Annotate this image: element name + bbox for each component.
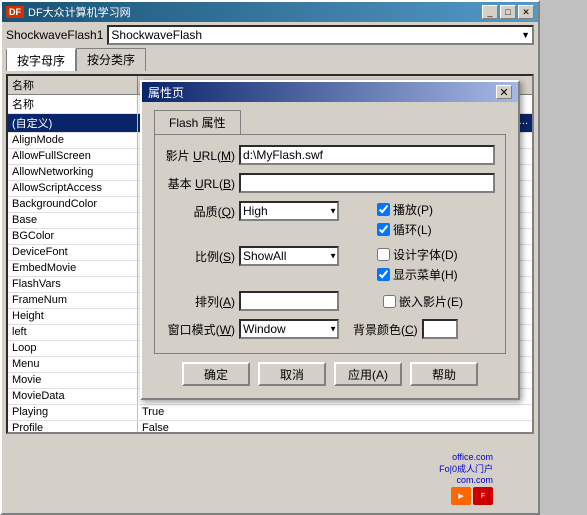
window-mode-select-wrapper: Window Transparent Opaque xyxy=(239,319,339,339)
maximize-button[interactable]: □ xyxy=(500,5,516,19)
window-mode-row: 窗口模式(W) Window Transparent Opaque 背景颜色(C… xyxy=(165,319,495,339)
table-row[interactable]: ProfileFalse xyxy=(8,421,532,434)
quality-select-wrapper: High Low Medium xyxy=(239,201,339,221)
design-font-checkbox[interactable] xyxy=(377,248,390,261)
tab-categorical[interactable]: 按分类序 xyxy=(76,48,146,71)
scale-select-wrapper: ShowAll NoBorder ExactFit xyxy=(239,246,339,266)
properties-dialog: 属性页 ✕ Flash 属性 影片 URL(M) 基本 URL(B) 品质(Q) xyxy=(140,80,520,400)
cancel-button[interactable]: 取消 xyxy=(258,362,326,386)
bg-color-label: 背景颜色(C) xyxy=(353,321,418,338)
design-font-checkbox-row: 设计字体(D) xyxy=(377,246,458,263)
base-url-label: 基本 URL(B) xyxy=(165,175,235,192)
quality-label: 品质(Q) xyxy=(165,203,235,220)
design-font-label: 设计字体(D) xyxy=(393,246,458,263)
close-button[interactable]: ✕ xyxy=(518,5,534,19)
bg-color-group: 背景颜色(C) xyxy=(353,319,458,339)
dialog-footer: 确定 取消 应用(A) 帮助 xyxy=(154,354,506,390)
icon-orange: ▶ xyxy=(451,487,471,505)
logo-area-left: DF DF大众计算机学习网 xyxy=(6,4,131,20)
logo-icon: DF xyxy=(6,6,24,18)
logo-bar: DF DF大众计算机学习网 _ □ ✕ xyxy=(2,2,538,22)
dialog-tab-flash[interactable]: Flash 属性 xyxy=(154,110,241,134)
checkbox-group-2: 设计字体(D) 显示菜单(H) xyxy=(377,246,458,283)
dialog-body: Flash 属性 影片 URL(M) 基本 URL(B) 品质(Q) xyxy=(142,102,518,398)
quality-left: 品质(Q) High Low Medium xyxy=(165,201,365,221)
loop-label: 循环(L) xyxy=(393,221,432,238)
bg-color-picker[interactable] xyxy=(422,319,458,339)
main-combo[interactable]: ShockwaveFlash ▼ xyxy=(107,25,534,45)
logo-text: DF大众计算机学习网 xyxy=(28,4,131,20)
quality-select[interactable]: High Low Medium xyxy=(239,201,339,221)
dialog-close-button[interactable]: ✕ xyxy=(496,85,512,99)
table-row[interactable]: PlayingTrue xyxy=(8,405,532,421)
dialog-title-text: 属性页 xyxy=(148,84,184,101)
combo-row: ShockwaveFlash1 ShockwaveFlash ▼ xyxy=(6,25,534,45)
embed-movie-label: 嵌入影片(E) xyxy=(399,293,463,310)
embed-movie-row: 嵌入影片(E) xyxy=(383,293,463,310)
logo-bar-controls: _ □ ✕ xyxy=(482,5,534,19)
scale-select[interactable]: ShowAll NoBorder ExactFit xyxy=(239,246,339,266)
icon-red: F xyxy=(473,487,493,505)
watermark-area: office.comFo|0成人门户com.com ▶ F xyxy=(439,452,493,505)
movie-url-row: 影片 URL(M) xyxy=(165,145,495,165)
loop-checkbox-row: 循环(L) xyxy=(377,221,433,238)
minimize-button[interactable]: _ xyxy=(482,5,498,19)
show-menu-checkbox[interactable] xyxy=(377,268,390,281)
prop-name-cell: (自定义) xyxy=(8,114,138,132)
tab-row: 按字母序 按分类序 xyxy=(6,48,534,71)
combo-label: ShockwaveFlash1 xyxy=(6,28,103,42)
window-mode-label: 窗口模式(W) xyxy=(165,321,235,338)
play-label: 播放(P) xyxy=(393,201,433,218)
base-url-input[interactable] xyxy=(239,173,495,193)
ok-button[interactable]: 确定 xyxy=(182,362,250,386)
dialog-title-bar: 属性页 ✕ xyxy=(142,82,518,102)
loop-checkbox[interactable] xyxy=(377,223,390,236)
tab-alphabetical[interactable]: 按字母序 xyxy=(6,48,76,71)
prop-name-cell: 名称 xyxy=(8,95,138,113)
scale-label: 比例(S) xyxy=(165,248,235,265)
movie-url-input[interactable] xyxy=(239,145,495,165)
header-name: 名称 xyxy=(8,76,138,94)
align-row: 排列(A) 嵌入影片(E) xyxy=(165,291,495,311)
show-menu-label: 显示菜单(H) xyxy=(393,266,458,283)
help-button[interactable]: 帮助 xyxy=(410,362,478,386)
combo-value: ShockwaveFlash xyxy=(111,28,202,42)
dialog-content: 影片 URL(M) 基本 URL(B) 品质(Q) High Low Mediu… xyxy=(154,134,506,354)
quality-row: 品质(Q) High Low Medium 播放(P) xyxy=(165,201,495,238)
watermark-text: office.comFo|0成人门户com.com xyxy=(439,452,493,485)
base-url-row: 基本 URL(B) xyxy=(165,173,495,193)
combo-arrow: ▼ xyxy=(521,30,530,40)
align-input[interactable] xyxy=(239,291,339,311)
apply-button[interactable]: 应用(A) xyxy=(334,362,402,386)
align-label: 排列(A) xyxy=(165,293,235,310)
show-menu-checkbox-row: 显示菜单(H) xyxy=(377,266,458,283)
scale-left: 比例(S) ShowAll NoBorder ExactFit xyxy=(165,246,365,266)
watermark-icons: ▶ F xyxy=(439,487,493,505)
toolbar-area: ShockwaveFlash1 ShockwaveFlash ▼ 按字母序 按分… xyxy=(2,22,538,74)
scale-row: 比例(S) ShowAll NoBorder ExactFit 设计字体(D) xyxy=(165,246,495,283)
play-checkbox[interactable] xyxy=(377,203,390,216)
embed-movie-checkbox[interactable] xyxy=(383,295,396,308)
dialog-tabs: Flash 属性 xyxy=(154,110,506,134)
checkbox-group-1: 播放(P) 循环(L) xyxy=(377,201,433,238)
play-checkbox-row: 播放(P) xyxy=(377,201,433,218)
window-mode-select[interactable]: Window Transparent Opaque xyxy=(239,319,339,339)
movie-url-label: 影片 URL(M) xyxy=(165,147,235,164)
